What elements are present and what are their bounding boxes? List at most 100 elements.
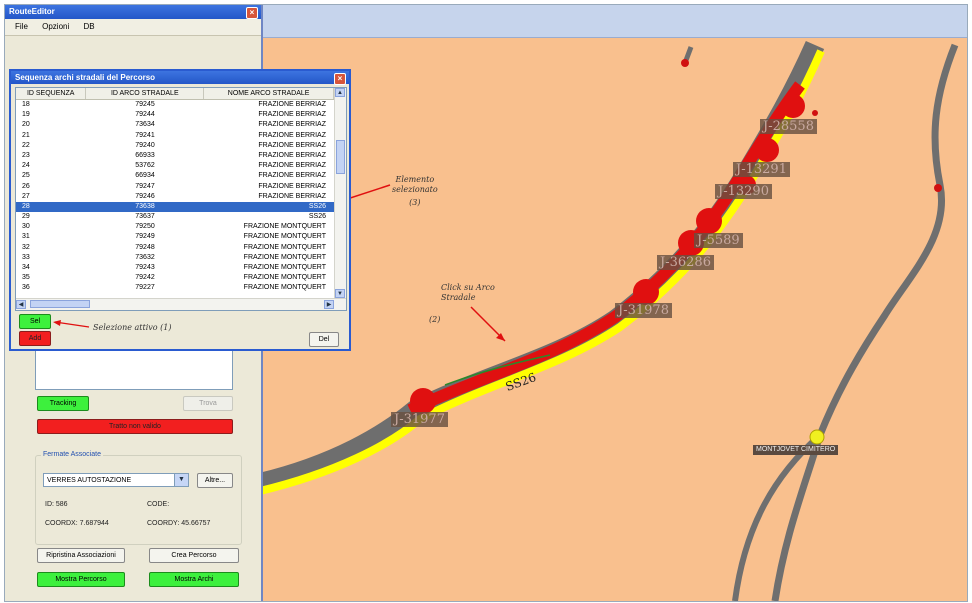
table-row[interactable]: 32 79248 FRAZIONE MONTQUERT: [16, 243, 334, 253]
del-button[interactable]: Del: [309, 332, 339, 347]
table-row[interactable]: 31 79249 FRAZIONE MONTQUERT: [16, 232, 334, 242]
table-cell: FRAZIONE MONTQUERT: [243, 264, 326, 271]
table-cell: FRAZIONE BERRIAZ: [258, 192, 326, 200]
table-cell: 66933: [135, 151, 155, 159]
table-row[interactable]: 29 73637 SS26: [16, 212, 334, 222]
table-cell: FRAZIONE BERRIAZ: [258, 172, 326, 180]
table-row[interactable]: 25 66934 FRAZIONE BERRIAZ: [16, 171, 334, 181]
scroll-right-icon[interactable]: ▶: [324, 300, 334, 309]
column-header[interactable]: ID ARCO STRADALE: [86, 88, 205, 99]
junction-marker: [696, 208, 722, 234]
table-cell: SS26: [308, 213, 326, 221]
table-row[interactable]: 36 79227 FRAZIONE MONTQUERT: [16, 283, 334, 293]
fermata-select[interactable]: VERRES AUTOSTAZIONE ▼: [43, 473, 189, 487]
table-cell: FRAZIONE MONTQUERT: [243, 253, 326, 261]
annotation-line: Click su Arco: [441, 283, 495, 292]
table-row[interactable]: 24 53762 FRAZIONE BERRIAZ: [16, 161, 334, 171]
junction-marker: [755, 138, 779, 162]
junction-label: J-31977: [391, 412, 448, 427]
table-cell: 79242: [135, 274, 155, 282]
archi-table[interactable]: ID SEQUENZA ID ARCO STRADALE NOME ARCO S…: [15, 87, 347, 311]
table-cell: 73637: [135, 213, 155, 221]
annotation-click-number: (2): [429, 315, 441, 324]
table-row[interactable]: 23 66933 FRAZIONE BERRIAZ: [16, 151, 334, 161]
table-row[interactable]: 26 79247 FRAZIONE BERRIAZ: [16, 182, 334, 192]
mostra-percorso-button[interactable]: Mostra Percorso: [37, 572, 125, 587]
altre-button[interactable]: Altre...: [197, 473, 233, 488]
table-cell: FRAZIONE BERRIAZ: [258, 121, 326, 129]
fermate-group-label: Fermate Associate: [41, 451, 103, 458]
trova-button[interactable]: Trova: [183, 396, 233, 411]
ripristina-associazioni-button[interactable]: Ripristina Associazioni: [37, 548, 125, 563]
scroll-thumb[interactable]: [30, 300, 90, 308]
node-point: [934, 184, 942, 192]
table-cell: 22: [22, 141, 30, 149]
table-row[interactable]: 27 79246 FRAZIONE BERRIAZ: [16, 192, 334, 202]
table-row[interactable]: 34 79243 FRAZIONE MONTQUERT: [16, 263, 334, 273]
table-cell: FRAZIONE MONTQUERT: [243, 243, 326, 251]
node-point: [681, 59, 689, 67]
junction-marker: [781, 94, 805, 118]
notes-textarea[interactable]: [35, 350, 233, 390]
table-row[interactable]: 22 79240 FRAZIONE BERRIAZ: [16, 141, 334, 151]
table-cell: FRAZIONE MONTQUERT: [243, 274, 326, 282]
table-cell: 79248: [135, 243, 155, 251]
table-row[interactable]: 20 73634 FRAZIONE BERRIAZ: [16, 120, 334, 130]
annotation-elemento: Elemento selezionato (3): [392, 175, 438, 208]
table-row-selected[interactable]: 28 73638 SS26: [16, 201, 334, 213]
table-cell: 79227: [135, 284, 155, 292]
menu-db[interactable]: DB: [83, 22, 94, 31]
scroll-up-icon[interactable]: ▲: [335, 88, 345, 97]
table-cell: 36: [22, 284, 30, 292]
mostra-archi-button[interactable]: Mostra Archi: [149, 572, 239, 587]
table-cell: 28: [22, 202, 30, 210]
tracking-button[interactable]: Tracking: [37, 396, 89, 411]
menu-file[interactable]: File: [15, 22, 28, 31]
stop-coordy: COORDY: 45.66757: [147, 520, 211, 527]
screenshot-frame: J-28558 J-13291 J-13290 J-5589 J-36286 J…: [4, 4, 968, 602]
junction-label: J-13291: [733, 162, 790, 177]
table-body: 18 79245 FRAZIONE BERRIAZ 19 79244 FRAZIONE B…: [16, 100, 334, 294]
vertical-scrollbar[interactable]: ▲ ▼: [334, 88, 346, 298]
table-cell: FRAZIONE BERRIAZ: [258, 182, 326, 190]
table-row[interactable]: 18 79245 FRAZIONE BERRIAZ: [16, 100, 334, 110]
table-cell: FRAZIONE MONTQUERT: [243, 223, 326, 231]
scroll-thumb[interactable]: [336, 140, 345, 174]
junction-label: J-5589: [694, 233, 743, 248]
scroll-left-icon[interactable]: ◀: [16, 300, 26, 309]
table-cell: FRAZIONE BERRIAZ: [258, 111, 326, 119]
menu-opzioni[interactable]: Opzioni: [42, 22, 69, 31]
table-row[interactable]: 21 79241 FRAZIONE BERRIAZ: [16, 131, 334, 141]
table-cell: 79250: [135, 223, 155, 231]
table-row[interactable]: 19 79244 FRAZIONE BERRIAZ: [16, 110, 334, 120]
node-point: [812, 110, 818, 116]
table-cell: FRAZIONE BERRIAZ: [258, 151, 326, 159]
bus-stop-marker: [809, 429, 825, 445]
table-cell: SS26: [308, 202, 326, 210]
junction-label: J-28558: [760, 119, 817, 134]
table-cell: 53762: [135, 162, 155, 170]
table-cell: 73634: [135, 121, 155, 129]
add-button[interactable]: Add: [19, 331, 51, 346]
column-header[interactable]: NOME ARCO STRADALE: [204, 88, 335, 99]
table-header: ID SEQUENZA ID ARCO STRADALE NOME ARCO S…: [16, 88, 335, 100]
table-cell: 21: [22, 131, 30, 139]
junction-label: J-31978: [615, 303, 672, 318]
table-row[interactable]: 30 79250 FRAZIONE MONTQUERT: [16, 222, 334, 232]
table-cell: 35: [22, 274, 30, 282]
annotation-selezione: Selezione attivo (1): [93, 323, 172, 332]
table-cell: 27: [22, 192, 30, 200]
crea-percorso-button[interactable]: Crea Percorso: [149, 548, 239, 563]
scroll-down-icon[interactable]: ▼: [335, 289, 345, 298]
stop-id: ID: 586: [45, 501, 68, 508]
close-icon[interactable]: ×: [246, 7, 258, 19]
table-row[interactable]: 33 73632 FRAZIONE MONTQUERT: [16, 253, 334, 263]
table-cell: 24: [22, 162, 30, 170]
table-row[interactable]: 35 79242 FRAZIONE MONTQUERT: [16, 273, 334, 283]
column-header[interactable]: ID SEQUENZA: [16, 88, 87, 99]
chevron-down-icon[interactable]: ▼: [174, 474, 188, 486]
horizontal-scrollbar[interactable]: ◀ ▶: [16, 298, 346, 310]
sel-button[interactable]: Sel: [19, 314, 51, 329]
table-cell: FRAZIONE BERRIAZ: [258, 101, 326, 108]
close-icon[interactable]: ×: [334, 73, 346, 85]
